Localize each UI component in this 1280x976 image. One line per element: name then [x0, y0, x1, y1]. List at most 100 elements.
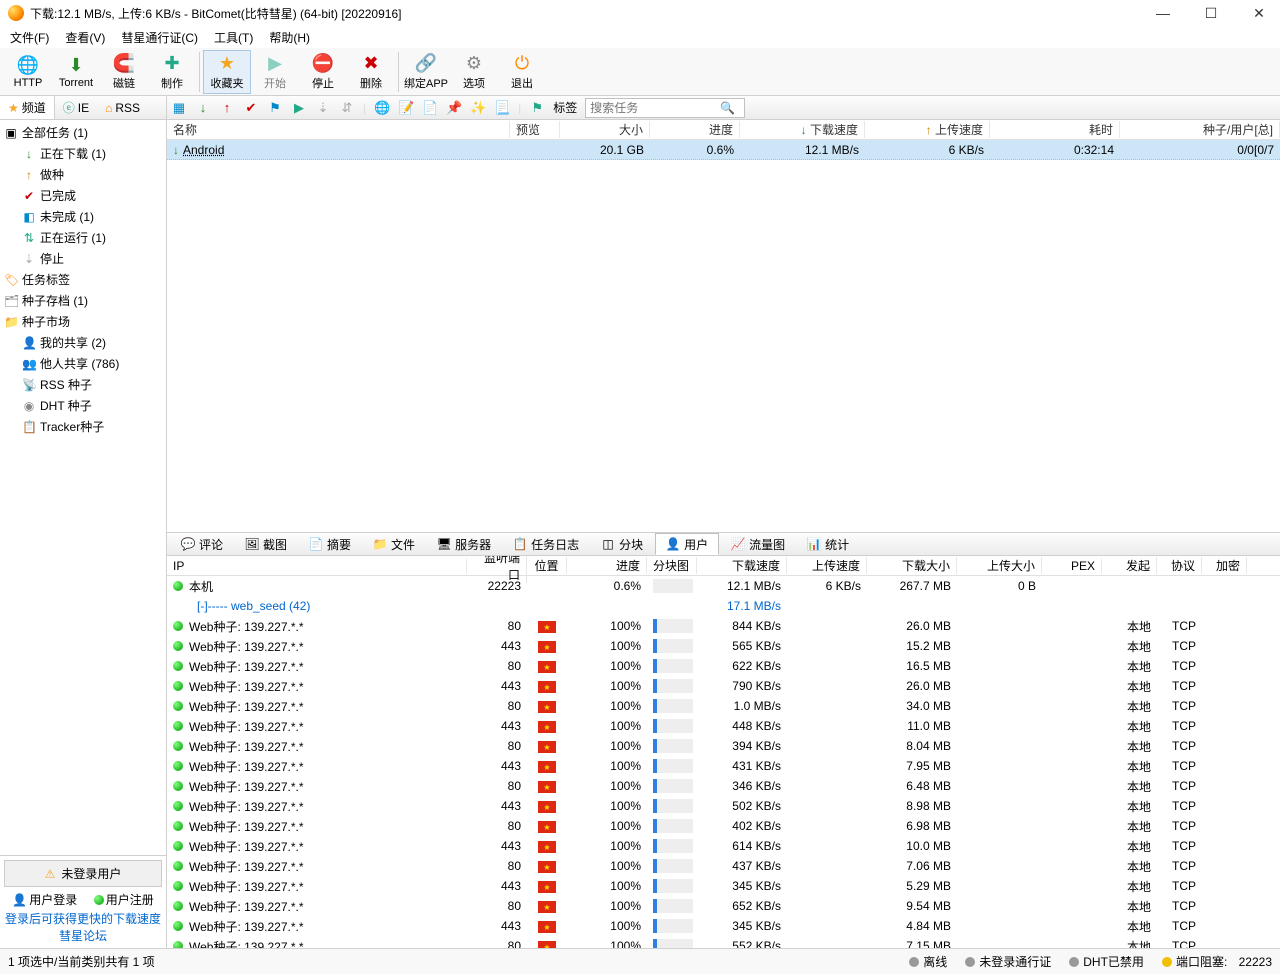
dtab-servers[interactable]: 🖥服务器 — [427, 533, 501, 555]
tree-others-share[interactable]: 👥他人共享 (786) — [0, 353, 166, 374]
dtab-summary[interactable]: 📄摘要 — [299, 533, 361, 555]
sidebar-tab-ie[interactable]: ⓔIE — [55, 96, 97, 119]
peer-row[interactable]: Web种子: 139.227.*.*443★100%614 KB/s10.0 M… — [167, 836, 1280, 856]
sidebar-tab-channel[interactable]: ★频道 — [0, 96, 55, 119]
search-icon[interactable]: 🔍 — [720, 101, 735, 115]
toolbar-options[interactable]: ⚙选项 — [450, 50, 498, 94]
ph-ip[interactable]: IP — [167, 559, 467, 573]
peer-row-local[interactable]: 本机 22223 0.6% 12.1 MB/s 6 KB/s 267.7 MB … — [167, 576, 1280, 596]
peer-row[interactable]: Web种子: 139.227.*.*80★100%652 KB/s9.54 MB… — [167, 896, 1280, 916]
ph-ul[interactable]: 上传速度 — [787, 557, 867, 574]
tree-completed[interactable]: ✔已完成 — [0, 185, 166, 206]
ph-orig[interactable]: 发起 — [1102, 557, 1157, 574]
toolbar-magnet[interactable]: 🧲磁链 — [100, 50, 148, 94]
tree-archive[interactable]: 🗂种子存档 (1) — [0, 290, 166, 311]
page-icon[interactable]: 📃 — [494, 100, 510, 116]
maximize-button[interactable]: ☐ — [1198, 4, 1224, 22]
tree-downloading[interactable]: ↓正在下载 (1) — [0, 143, 166, 164]
peer-row[interactable]: Web种子: 139.227.*.*80★100%622 KB/s16.5 MB… — [167, 656, 1280, 676]
toolbar-create[interactable]: ✚制作 — [148, 50, 196, 94]
globe-icon[interactable]: 🌐 — [374, 100, 390, 116]
login-status[interactable]: ⚠未登录用户 — [4, 860, 162, 887]
task-list[interactable]: ↓Android 20.1 GB 0.6% 12.1 MB/s 6 KB/s 0… — [167, 140, 1280, 532]
col-seed[interactable]: 种子/用户[总] — [1120, 121, 1280, 138]
close-button[interactable]: ✕ — [1246, 4, 1272, 22]
ph-block[interactable]: 分块图 — [647, 557, 697, 574]
toolbar-bindapp[interactable]: 🔗绑定APP — [402, 50, 450, 94]
minimize-button[interactable]: — — [1150, 4, 1176, 22]
peer-row[interactable]: Web种子: 139.227.*.*80★100%346 KB/s6.48 MB… — [167, 776, 1280, 796]
peer-row[interactable]: Web种子: 139.227.*.*80★100%437 KB/s7.06 MB… — [167, 856, 1280, 876]
menu-passport[interactable]: 彗星通行证(C) — [115, 27, 204, 48]
toolbar-favorites[interactable]: ★收藏夹 — [203, 50, 251, 94]
menu-tools[interactable]: 工具(T) — [208, 27, 259, 48]
ph-prog[interactable]: 进度 — [567, 557, 647, 574]
register-button[interactable]: 用户注册 — [94, 891, 154, 908]
login-button[interactable]: 👤用户登录 — [12, 891, 77, 908]
ph-ulsize[interactable]: 上传大小 — [957, 557, 1042, 574]
down-icon[interactable]: ↓ — [195, 100, 211, 116]
col-dl[interactable]: ↓ 下载速度 — [740, 121, 865, 138]
toolbar-delete[interactable]: ✖删除 — [347, 50, 395, 94]
toolbar-exit[interactable]: ⏻退出 — [498, 50, 546, 94]
status-offline[interactable]: 离线 — [909, 953, 947, 970]
dtab-snapshot[interactable]: 🖼截图 — [235, 533, 297, 555]
tree-tags[interactable]: 🏷任务标签 — [0, 269, 166, 290]
sort-icon[interactable]: ⇵ — [339, 100, 355, 116]
col-ul[interactable]: ↑ 上传速度 — [865, 121, 990, 138]
wand-icon[interactable]: ✨ — [470, 100, 486, 116]
dtab-log[interactable]: 📋任务日志 — [503, 533, 589, 555]
toolbar-start[interactable]: ▶开始 — [251, 50, 299, 94]
toolbar-http[interactable]: 🌐HTTP — [4, 50, 52, 94]
dtab-pieces[interactable]: ◫分块 — [591, 533, 653, 555]
tree-all-tasks[interactable]: ▣全部任务 (1) — [0, 122, 166, 143]
dtab-comment[interactable]: 💬评论 — [171, 533, 233, 555]
peer-row[interactable]: Web种子: 139.227.*.*80★100%552 KB/s7.15 MB… — [167, 936, 1280, 948]
speed-hint-link[interactable]: 登录后可获得更快的下载速度 — [5, 912, 161, 926]
play-icon[interactable]: ▶ — [291, 100, 307, 116]
tree-my-share[interactable]: 👤我的共享 (2) — [0, 332, 166, 353]
tree-tracker-seed[interactable]: 📋Tracker种子 — [0, 416, 166, 437]
toolbar-torrent[interactable]: ⬇Torrent — [52, 50, 100, 94]
col-time[interactable]: 耗时 — [990, 121, 1120, 138]
col-preview[interactable]: 预览 — [510, 121, 560, 138]
ph-pex[interactable]: PEX — [1042, 559, 1102, 573]
search-box[interactable]: 🔍 — [585, 98, 745, 118]
peer-table[interactable]: IP 监听端口 位置 进度 分块图 下载速度 上传速度 下载大小 上传大小 PE… — [167, 556, 1280, 948]
note2-icon[interactable]: 📄 — [422, 100, 438, 116]
ph-dlsize[interactable]: 下载大小 — [867, 557, 957, 574]
dtab-stats[interactable]: 📊统计 — [797, 533, 859, 555]
status-passport[interactable]: 未登录通行证 — [965, 953, 1051, 970]
tree-rss-seed[interactable]: 📡RSS 种子 — [0, 374, 166, 395]
peer-row[interactable]: Web种子: 139.227.*.*80★100%844 KB/s26.0 MB… — [167, 616, 1280, 636]
tree-seeding[interactable]: ↑做种 — [0, 164, 166, 185]
tag-flag-icon[interactable]: ⚑ — [529, 100, 545, 116]
tree-incomplete[interactable]: ◧未完成 (1) — [0, 206, 166, 227]
peer-row[interactable]: Web种子: 139.227.*.*443★100%345 KB/s5.29 M… — [167, 876, 1280, 896]
pin-icon[interactable]: 📌 — [446, 100, 462, 116]
search-input[interactable] — [590, 101, 720, 115]
toolbar-stop[interactable]: ⛔停止 — [299, 50, 347, 94]
dtab-files[interactable]: 📁文件 — [363, 533, 425, 555]
col-size[interactable]: 大小 — [560, 121, 650, 138]
check-icon[interactable]: ✔ — [243, 100, 259, 116]
tree-running[interactable]: ⇅正在运行 (1) — [0, 227, 166, 248]
ph-proto[interactable]: 协议 — [1157, 557, 1202, 574]
dtab-users[interactable]: 👤用户 — [655, 533, 719, 555]
peer-row[interactable]: Web种子: 139.227.*.*443★100%565 KB/s15.2 M… — [167, 636, 1280, 656]
peer-row[interactable]: Web种子: 139.227.*.*443★100%431 KB/s7.95 M… — [167, 756, 1280, 776]
peer-row[interactable]: Web种子: 139.227.*.*443★100%345 KB/s4.84 M… — [167, 916, 1280, 936]
col-progress[interactable]: 进度 — [650, 121, 740, 138]
sidebar-tab-rss[interactable]: ⌂RSS — [97, 96, 148, 119]
peer-row[interactable]: Web种子: 139.227.*.*443★100%448 KB/s11.0 M… — [167, 716, 1280, 736]
task-row[interactable]: ↓Android 20.1 GB 0.6% 12.1 MB/s 6 KB/s 0… — [167, 140, 1280, 160]
note-icon[interactable]: 📝 — [398, 100, 414, 116]
peer-row[interactable]: Web种子: 139.227.*.*80★100%394 KB/s8.04 MB… — [167, 736, 1280, 756]
peer-row[interactable]: Web种子: 139.227.*.*80★100%1.0 MB/s34.0 MB… — [167, 696, 1280, 716]
col-name[interactable]: 名称 — [167, 121, 510, 138]
ph-enc[interactable]: 加密 — [1202, 557, 1247, 574]
up-icon[interactable]: ↑ — [219, 100, 235, 116]
ph-loc[interactable]: 位置 — [527, 557, 567, 574]
peer-row[interactable]: Web种子: 139.227.*.*443★100%790 KB/s26.0 M… — [167, 676, 1280, 696]
ph-dl[interactable]: 下载速度 — [697, 557, 787, 574]
